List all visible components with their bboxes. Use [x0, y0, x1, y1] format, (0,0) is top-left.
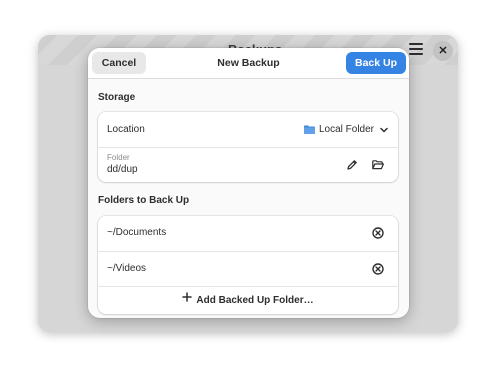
- folders-card: ~/Documents ~/Videos Add Backed Up Folde…: [98, 216, 398, 314]
- remove-circle-icon[interactable]: [371, 226, 385, 240]
- back-up-button[interactable]: Back Up: [346, 52, 406, 74]
- new-backup-dialog: New Backup Cancel Back Up Storage Locati…: [88, 48, 409, 318]
- list-item: ~/Videos: [98, 252, 398, 286]
- dialog-header: New Backup Cancel Back Up: [88, 48, 409, 79]
- location-value: Local Folder: [318, 124, 374, 135]
- folder-value: dd/dup: [107, 164, 138, 175]
- folder-row: Folder dd/dup: [98, 148, 398, 182]
- storage-section-label: Storage: [98, 92, 136, 103]
- chevron-down-icon: [380, 125, 388, 135]
- add-folder-label: Add Backed Up Folder…: [196, 295, 314, 307]
- edit-pencil-icon[interactable]: [345, 158, 359, 172]
- plus-icon: [182, 286, 193, 313]
- location-label: Location: [107, 124, 145, 135]
- add-folder-button[interactable]: Add Backed Up Folder…: [98, 287, 398, 314]
- open-folder-icon[interactable]: [371, 158, 385, 172]
- folder-label: Folder: [107, 153, 130, 162]
- remove-circle-icon[interactable]: [371, 262, 385, 276]
- location-dropdown[interactable]: Local Folder: [303, 124, 388, 135]
- hamburger-menu-icon[interactable]: [409, 43, 423, 55]
- folder-icon: [303, 125, 315, 134]
- close-icon[interactable]: ✕: [433, 41, 453, 61]
- cancel-button[interactable]: Cancel: [92, 52, 146, 74]
- folder-path: ~/Videos: [107, 263, 147, 274]
- list-item: ~/Documents: [98, 216, 398, 251]
- storage-card: Location Local Folder Folder dd/dup: [98, 112, 398, 182]
- folder-path: ~/Documents: [107, 227, 167, 238]
- folders-section-label: Folders to Back Up: [98, 195, 190, 206]
- location-row[interactable]: Location Local Folder: [98, 112, 398, 147]
